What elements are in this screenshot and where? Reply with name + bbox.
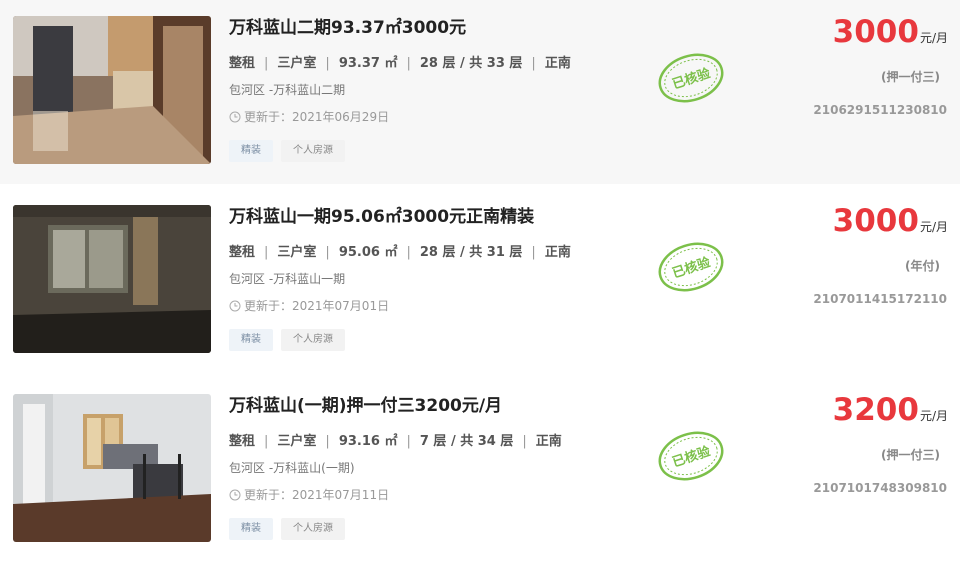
update-date-text: 更新于：2021年07月11日: [244, 488, 390, 502]
listing-photo[interactable]: [13, 205, 211, 353]
tag-list: 精装 个人房源: [229, 518, 345, 540]
listing-card[interactable]: 万科蓝山二期93.37㎡3000元 整租 | 三户室 | 93.37 ㎡ | 28 层 / …: [0, 0, 960, 184]
rent-type: 整租: [229, 245, 256, 260]
room-count: 三户室: [277, 56, 317, 71]
listing-details: 整租 | 三户室 | 93.37 ㎡ | 28 层 / 共 33 层 | 正南: [229, 52, 571, 71]
payment-terms: (押一付三): [881, 448, 940, 462]
area: 95.06 ㎡: [338, 245, 398, 260]
tag-personal-listing: 个人房源: [281, 518, 345, 540]
separator: |: [531, 245, 536, 260]
tag-personal-listing: 个人房源: [281, 329, 345, 351]
listing-code: 2107101748309810: [813, 481, 947, 495]
floor: 28 层 / 共 33 层: [419, 56, 523, 71]
payment-terms: (年付): [905, 259, 940, 273]
floor: 7 层 / 共 34 层: [419, 434, 514, 449]
price-unit: 元/月: [919, 31, 948, 45]
price: 3000元/月: [833, 203, 948, 239]
update-date-text: 更新于：2021年07月01日: [244, 299, 390, 313]
price-value: 3000: [832, 14, 919, 50]
orientation: 正南: [544, 56, 571, 71]
orientation: 正南: [535, 434, 562, 449]
orientation: 正南: [544, 245, 571, 260]
price-unit: 元/月: [919, 220, 948, 234]
listing-code: 2106291511230810: [813, 103, 947, 117]
floor: 28 层 / 共 31 层: [419, 245, 523, 260]
listing-details: 整租 | 三户室 | 93.16 ㎡ | 7 层 / 共 34 层 | 正南: [229, 430, 562, 449]
separator: |: [264, 434, 269, 449]
verified-stamp-text: 已核验: [670, 443, 713, 471]
update-date-text: 更新于：2021年06月29日: [244, 110, 390, 124]
separator: |: [531, 56, 536, 71]
verified-stamp-text: 已核验: [670, 254, 713, 282]
separator: |: [406, 56, 411, 71]
separator: |: [325, 56, 330, 71]
room-count: 三户室: [277, 434, 317, 449]
separator: |: [325, 245, 330, 260]
price-value: 3200: [832, 392, 919, 428]
update-date: 更新于：2021年07月11日: [229, 486, 389, 503]
rent-type: 整租: [229, 56, 256, 71]
verified-stamp: 已核验: [658, 53, 724, 103]
separator: |: [406, 245, 411, 260]
clock-icon: [229, 489, 241, 500]
rent-type: 整租: [229, 434, 256, 449]
listing-details: 整租 | 三户室 | 95.06 ㎡ | 28 层 / 共 31 层 | 正南: [229, 241, 571, 260]
listing-title[interactable]: 万科蓝山一期95.06㎡3000元正南精装: [229, 202, 534, 227]
listing-title[interactable]: 万科蓝山二期93.37㎡3000元: [229, 13, 466, 38]
listing-card[interactable]: 万科蓝山一期95.06㎡3000元正南精装 整租 | 三户室 | 95.06 ㎡ | 28 …: [0, 189, 960, 373]
update-date: 更新于：2021年07月01日: [229, 297, 389, 314]
separator: |: [406, 434, 411, 449]
verified-stamp: 已核验: [658, 242, 724, 292]
payment-terms: (押一付三): [881, 70, 940, 84]
separator: |: [264, 245, 269, 260]
listing-title[interactable]: 万科蓝山(一期)押一付三3200元/月: [229, 391, 502, 416]
update-date: 更新于：2021年06月29日: [229, 108, 389, 125]
listing-code: 2107011415172110: [813, 292, 947, 306]
listing-list: 万科蓝山二期93.37㎡3000元 整租 | 三户室 | 93.37 ㎡ | 28 层 / …: [0, 0, 960, 542]
price: 3000元/月: [833, 14, 948, 50]
verified-stamp: 已核验: [658, 431, 724, 481]
tag-list: 精装 个人房源: [229, 329, 345, 351]
separator: |: [325, 434, 330, 449]
separator: |: [522, 434, 527, 449]
listing-card[interactable]: 万科蓝山(一期)押一付三3200元/月 整租 | 三户室 | 93.16 ㎡ | 7 层 /…: [0, 378, 960, 562]
price: 3200元/月: [833, 392, 948, 428]
listing-photo[interactable]: [13, 394, 211, 542]
tag-decoration: 精装: [229, 329, 273, 351]
tag-decoration: 精装: [229, 518, 273, 540]
price-unit: 元/月: [919, 409, 948, 423]
clock-icon: [229, 111, 241, 122]
price-value: 3000: [832, 203, 919, 239]
room-count: 三户室: [277, 245, 317, 260]
listing-location[interactable]: 包河区 -万科蓝山二期: [229, 81, 345, 98]
tag-decoration: 精装: [229, 140, 273, 162]
area: 93.16 ㎡: [338, 434, 398, 449]
listing-location[interactable]: 包河区 -万科蓝山(一期): [229, 459, 355, 476]
listing-photo[interactable]: [13, 16, 211, 164]
listing-location[interactable]: 包河区 -万科蓝山一期: [229, 270, 345, 287]
clock-icon: [229, 300, 241, 311]
tag-personal-listing: 个人房源: [281, 140, 345, 162]
area: 93.37 ㎡: [338, 56, 398, 71]
separator: |: [264, 56, 269, 71]
tag-list: 精装 个人房源: [229, 140, 345, 162]
